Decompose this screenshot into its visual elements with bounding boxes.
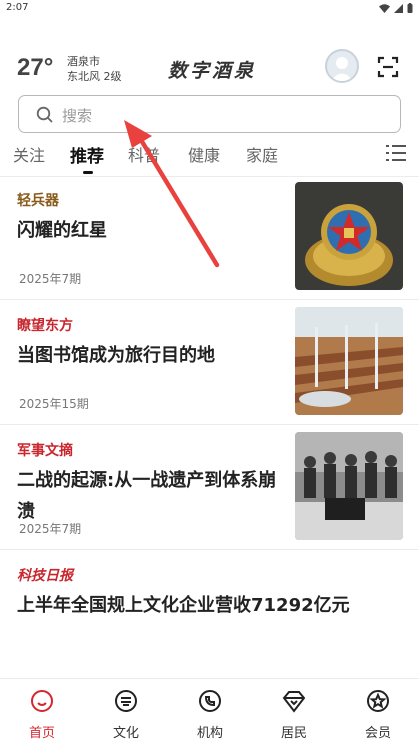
article-item[interactable]: 轻兵器 闪耀的红星 2025年7期 (0, 175, 419, 300)
avatar[interactable] (325, 49, 359, 83)
library-interior-image (295, 307, 403, 415)
weather-temperature: 27° (17, 54, 54, 81)
search-icon (36, 106, 53, 123)
home-icon (31, 690, 53, 712)
article-title: 二战的起源:从一战遗产到体系崩溃 (17, 470, 277, 522)
search-placeholder: 搜索 (62, 107, 93, 125)
article-source: 军事文摘 (17, 443, 73, 459)
article-source: 轻兵器 (17, 193, 59, 209)
user-avatar-icon (331, 57, 353, 81)
scan-icon (377, 56, 399, 78)
tab-follow[interactable]: 关注 (13, 142, 45, 166)
nav-resident[interactable]: 居民 (252, 679, 336, 746)
nav-member[interactable]: 会员 (336, 679, 419, 746)
article-source: 瞭望东方 (17, 318, 73, 334)
historical-signing-image (295, 432, 403, 540)
article-issue: 2025年7期 (19, 522, 82, 536)
nav-institution[interactable]: 机构 (168, 679, 252, 746)
nav-label: 文化 (112, 726, 139, 741)
signal-icon (394, 3, 403, 13)
header: 27° 酒泉市 东北风 2级 数字酒泉 (0, 44, 419, 94)
status-bar: 2:07 (0, 0, 419, 18)
wifi-icon (379, 3, 390, 13)
tab-health[interactable]: 健康 (188, 142, 220, 166)
nav-label: 会员 (364, 726, 391, 741)
battery-icon (407, 3, 413, 13)
nav-home[interactable]: 首页 (0, 679, 84, 746)
institution-icon (199, 690, 221, 712)
tab-menu-icon[interactable] (386, 144, 406, 162)
article-thumbnail (295, 182, 403, 290)
app-logo: 数字酒泉 (168, 60, 257, 82)
weather-wind: 东北风 2级 (67, 70, 122, 83)
red-star-badge-image (295, 182, 403, 290)
article-title: 上半年全国规上文化企业营收71292亿元 (17, 595, 350, 616)
active-tab-indicator (83, 171, 93, 174)
tab-science[interactable]: 科普 (128, 142, 160, 166)
bottom-nav: 首页 文化 机构 居民 会员 (0, 678, 419, 746)
member-icon (367, 690, 389, 712)
weather-city: 酒泉市 (67, 55, 100, 68)
article-title: 闪耀的红星 (17, 220, 107, 241)
article-issue: 2025年7期 (19, 272, 82, 286)
nav-culture[interactable]: 文化 (84, 679, 168, 746)
culture-icon (115, 690, 137, 712)
article-thumbnail (295, 432, 403, 540)
article-item[interactable]: 军事文摘 二战的起源:从一战遗产到体系崩溃 2025年7期 (0, 425, 419, 550)
category-tabs: 关注 推荐 科普 健康 家庭 (0, 140, 419, 176)
article-source: 科技日报 (17, 568, 73, 584)
status-icons (379, 3, 413, 13)
resident-icon (282, 691, 306, 713)
nav-label: 首页 (28, 726, 55, 741)
nav-label: 机构 (196, 726, 223, 741)
article-issue: 2025年15期 (19, 397, 89, 411)
tab-family[interactable]: 家庭 (246, 142, 278, 166)
tab-recommended[interactable]: 推荐 (70, 142, 104, 167)
article-title: 当图书馆成为旅行目的地 (17, 345, 215, 366)
search-input[interactable]: 搜索 (18, 95, 401, 133)
nav-label: 居民 (280, 726, 307, 741)
scan-button[interactable] (377, 56, 399, 78)
article-thumbnail (295, 307, 403, 415)
article-item[interactable]: 科技日报 上半年全国规上文化企业营收71292亿元 (0, 550, 419, 675)
status-time: 2:07 (6, 2, 29, 13)
article-item[interactable]: 瞭望东方 当图书馆成为旅行目的地 2025年15期 (0, 300, 419, 425)
